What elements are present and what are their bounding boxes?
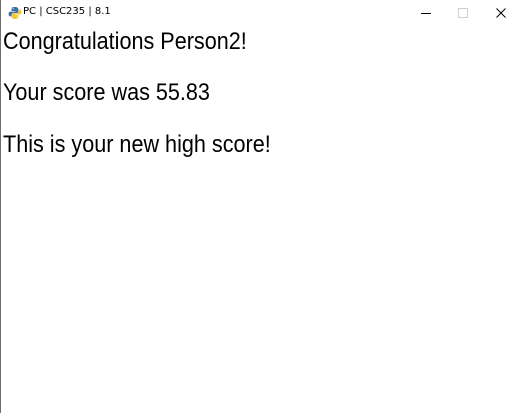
score-message: Your score was 55.83 (3, 79, 210, 106)
title-bar[interactable]: PC | CSC235 | 8.1 (1, 0, 517, 25)
app-window: PC | CSC235 | 8.1 Congratulations Person… (0, 0, 517, 413)
window-title: PC | CSC235 | 8.1 (23, 6, 111, 17)
game-canvas: Congratulations Person2! Your score was … (2, 26, 517, 413)
high-score-message: This is your new high score! (3, 131, 271, 158)
maximize-icon (458, 3, 468, 22)
minimize-icon (421, 3, 431, 22)
maximize-button[interactable] (444, 0, 482, 25)
congratulations-message: Congratulations Person2! (3, 28, 247, 55)
minimize-button[interactable] (407, 0, 445, 25)
python-icon (8, 5, 22, 19)
close-button[interactable] (482, 0, 517, 25)
close-icon (496, 3, 506, 22)
